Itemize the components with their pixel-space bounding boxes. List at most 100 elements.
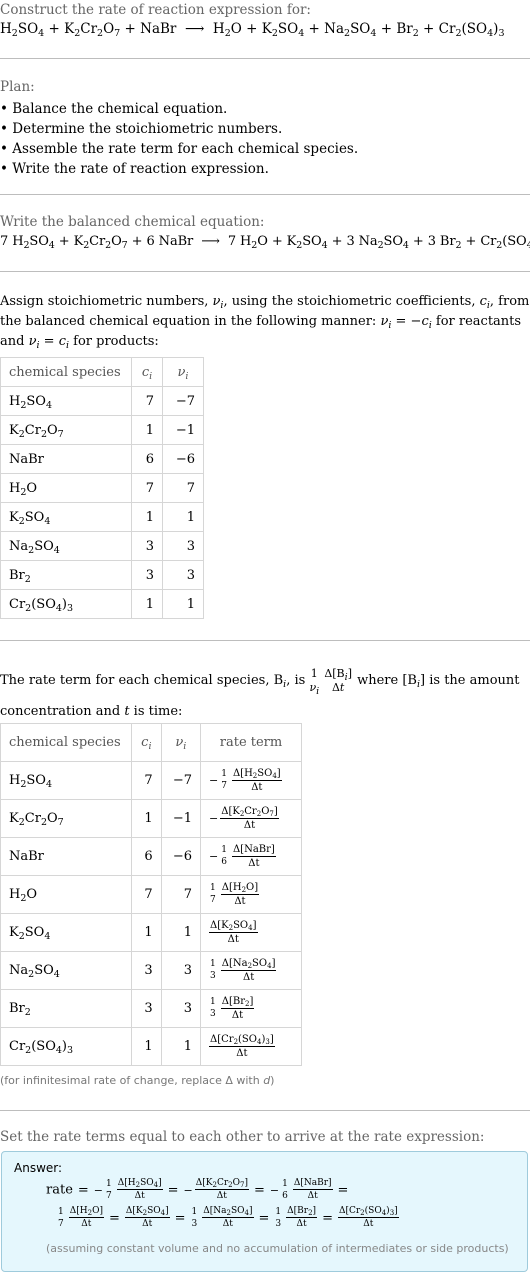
species: NaBr xyxy=(140,21,177,37)
table-row: NaBr 6 −6 xyxy=(0,444,205,474)
table-header-row: chemical species ci νi rate term xyxy=(0,723,302,762)
coefficient-cell: 3 xyxy=(131,951,162,990)
col-header-rate-term: rate term xyxy=(200,723,302,762)
plan-step: • Assemble the rate term for each chemic… xyxy=(0,141,359,157)
final-heading: Set the rate terms equal to each other t… xyxy=(0,1129,485,1145)
col-header-nu: νi xyxy=(160,723,202,762)
coefficient-cell: 6 xyxy=(131,837,162,876)
coefficient-cell: 3 xyxy=(131,989,162,1028)
balanced-equation: 7 H2SO4 + K2Cr2O7 + 6 NaBr ⟶ 7 H2O + K2S… xyxy=(0,234,530,251)
stoich-number-cell: −1 xyxy=(161,415,205,445)
stoich-number-cell: 1 xyxy=(161,502,205,532)
intro-heading: Construct the rate of reaction expressio… xyxy=(0,2,311,18)
species-cell: K2Cr2O7 xyxy=(0,415,132,445)
minus-sign: − xyxy=(209,812,219,825)
answer-box: Answer: rate = −1 7 Δ[H2SO4] Δt = − Δ[K2Cr2O7] Δt… xyxy=(1,1151,528,1272)
col-header-c: ci xyxy=(131,723,162,762)
rate-term-table: chemical species ci νi rate term H2SO4 7−… xyxy=(0,723,302,1066)
rate-term-explanation-2: concentration and t is time: xyxy=(0,704,183,719)
coefficient-cell: 3 xyxy=(131,531,163,561)
species: Cr2(SO4)3 xyxy=(480,234,530,251)
table-row: Na2SO4 3 3 1 3 Δ[Na2SO4] Δt xyxy=(0,951,302,990)
delta-fraction: Δ[K2SO4] Δt xyxy=(209,919,258,945)
rate-term-cell: −1 6 Δ[NaBr] Δt xyxy=(200,837,302,876)
species: 7 H2SO4 xyxy=(0,234,55,251)
rate-term-cell: Δ[K2SO4] Δt xyxy=(200,913,302,952)
stoich-explanation: Assign stoichiometric numbers, νi, using… xyxy=(0,294,530,351)
species: 6 NaBr xyxy=(146,234,194,249)
plan-step: • Write the rate of reaction expression. xyxy=(0,161,269,177)
table-row: Br2 3 3 xyxy=(0,560,205,590)
delta-b-fraction: Δ[Bi] Δt xyxy=(324,667,352,694)
minus-sign: − xyxy=(183,1183,193,1197)
table-row: H2O 7 7 1 7 Δ[H2O] Δt xyxy=(0,875,302,914)
inverse-nu-fraction: 1 νi xyxy=(309,667,320,697)
species-cell: K2SO4 xyxy=(0,913,132,952)
minus-sign: − xyxy=(209,850,219,863)
rate-label: rate xyxy=(46,1182,73,1198)
delta-fraction: Δ[Na2SO4] Δt xyxy=(220,957,277,983)
delta-fraction: Δ[K2Cr2O7] Δt xyxy=(194,1178,249,1201)
rate-term: 1 7 Δ[H2O] Δt xyxy=(57,1207,104,1229)
species-cell: K2SO4 xyxy=(0,502,132,532)
minus-sign: − xyxy=(209,774,219,787)
rate-term: − Δ[K2Cr2O7] Δt xyxy=(183,1179,249,1201)
coefficient-fraction: 17 xyxy=(221,769,227,791)
divider xyxy=(0,640,530,641)
species-cell: Br2 xyxy=(0,989,132,1028)
species: K2Cr2O7 xyxy=(73,234,128,251)
rate-expression-line-1: rate = −1 7 Δ[H2SO4] Δt = − Δ[K2Cr2O7] Δt = −1 6 Δ[Na… xyxy=(46,1178,349,1201)
coefficient-fraction: 16 xyxy=(282,1178,288,1201)
table-header-row: chemical species ci νi xyxy=(0,357,205,387)
coefficient-cell: 7 xyxy=(131,875,162,914)
delta-fraction: Δ[H2O] Δt xyxy=(68,1206,104,1229)
plan-step: • Balance the chemical equation. xyxy=(0,101,228,117)
coefficient-cell: 7 xyxy=(131,761,162,800)
species: K2SO4 xyxy=(286,234,328,251)
coefficient-cell: 3 xyxy=(131,560,163,590)
balanced-heading: Write the balanced chemical equation: xyxy=(0,214,265,230)
coefficient-fraction: 13 xyxy=(210,997,216,1019)
table-row: K2SO4 1 1 Δ[K2SO4] Δt xyxy=(0,913,302,952)
delta-fraction: Δ[H2SO4] Δt xyxy=(116,1178,163,1201)
plan-heading: Plan: xyxy=(0,79,35,95)
divider xyxy=(0,1110,530,1111)
stoich-number-cell: 3 xyxy=(161,531,205,561)
rate-term: Δ[K2SO4] Δt xyxy=(124,1207,170,1229)
rate-term-cell: Δ[Cr2(SO4)3] Δt xyxy=(200,1027,302,1066)
species: K2Cr2O7 xyxy=(64,21,121,39)
stoich-number-cell: −7 xyxy=(160,761,202,800)
species-cell: Cr2(SO4)3 xyxy=(0,589,132,619)
plan-steps: • Balance the chemical equation. • Deter… xyxy=(0,99,358,179)
coefficient-fraction: 13 xyxy=(275,1206,282,1229)
divider xyxy=(0,194,530,195)
unbalanced-equation: H2SO4 + K2Cr2O7 + NaBr ⟶ H2O + K2SO4 + N… xyxy=(0,21,505,39)
species-cell: Na2SO4 xyxy=(0,531,132,561)
col-header-c: ci xyxy=(131,357,163,387)
table-row: H2SO4 7 −7−1 7 Δ[H2SO4] Δt xyxy=(0,761,302,800)
species-cell: H2O xyxy=(0,473,132,503)
coefficient-fraction: 13 xyxy=(191,1206,198,1229)
species: Cr2(SO4)3 xyxy=(438,21,505,39)
rate-term-explanation: The rate term for each chemical species,… xyxy=(0,667,520,697)
coefficient-cell: 1 xyxy=(131,1027,162,1066)
rate-term-cell: 1 3 Δ[Na2SO4] Δt xyxy=(200,951,302,990)
coefficient-cell: 1 xyxy=(131,913,162,952)
table-row: H2SO4 7 −7 xyxy=(0,386,205,416)
coefficient-cell: 1 xyxy=(131,415,163,445)
plan-step: • Determine the stoichiometric numbers. xyxy=(0,121,283,137)
stoich-number-cell: −7 xyxy=(161,386,205,416)
rate-term: −1 6 Δ[NaBr] Δt xyxy=(269,1179,333,1201)
rate-term-cell: −1 7 Δ[H2SO4] Δt xyxy=(200,761,302,800)
coefficient-fraction: 16 xyxy=(221,845,227,867)
stoich-number-cell: 3 xyxy=(160,951,202,990)
stoich-number-cell: −6 xyxy=(161,444,205,474)
species-cell: NaBr xyxy=(0,837,132,876)
species: H2SO4 xyxy=(0,21,45,39)
stoich-number-cell: 7 xyxy=(161,473,205,503)
minus-sign: − xyxy=(269,1183,280,1197)
delta-fraction: Δ[Na2SO4] Δt xyxy=(202,1206,254,1229)
table-row: Cr2(SO4)3 1 1 xyxy=(0,589,205,619)
species: 7 H2O xyxy=(227,234,268,251)
delta-fraction: Δ[NaBr] Δt xyxy=(292,1178,333,1201)
